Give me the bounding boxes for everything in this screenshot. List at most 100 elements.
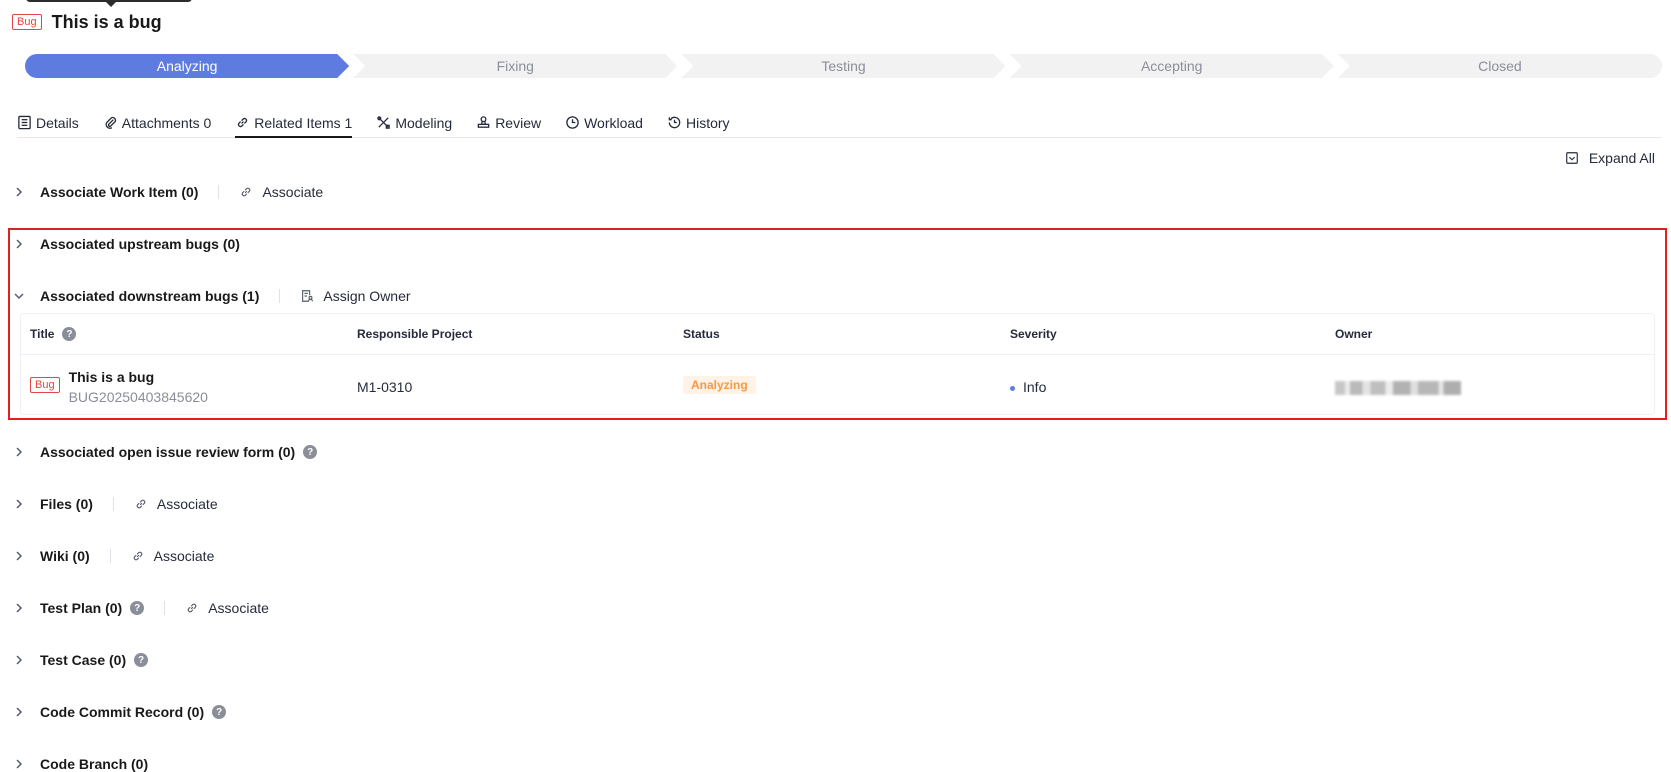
- tab-details[interactable]: Details: [17, 108, 79, 137]
- associate-button[interactable]: Associate: [134, 496, 218, 512]
- section-test-plan: Test Plan (0) ? Associate: [12, 598, 269, 618]
- help-icon[interactable]: ?: [303, 445, 318, 459]
- detail-tabs: Details Attachments 0 Related Items 1 Mo…: [17, 108, 1662, 138]
- row-status: Analyzing: [683, 376, 756, 394]
- help-icon[interactable]: ?: [212, 705, 227, 719]
- bug-title-link[interactable]: This is a bug: [69, 369, 208, 385]
- associate-label: Associate: [262, 184, 324, 200]
- owner-name-blurred: [1335, 381, 1461, 395]
- tab-review[interactable]: Review: [476, 108, 541, 137]
- section-title[interactable]: Associated open issue review form (0): [40, 444, 295, 460]
- link-icon: [133, 551, 142, 561]
- section-files: Files (0) Associate: [12, 494, 218, 514]
- tab-related-items[interactable]: Related Items 1: [235, 108, 353, 138]
- chevron-right-icon[interactable]: [12, 653, 26, 667]
- step-fixing[interactable]: Fixing: [353, 54, 677, 78]
- section-title[interactable]: Code Commit Record (0): [40, 704, 204, 720]
- section-wiki: Wiki (0) Associate: [12, 546, 214, 566]
- section-title[interactable]: Code Branch (0): [40, 756, 148, 772]
- bug-type-tag: Bug: [30, 377, 60, 393]
- chevron-right-icon[interactable]: [12, 445, 26, 459]
- history-icon: [668, 116, 681, 129]
- chevron-down-icon[interactable]: [12, 289, 26, 303]
- section-title[interactable]: Files (0): [40, 496, 93, 512]
- section-title[interactable]: Wiki (0): [40, 548, 90, 564]
- chevron-right-icon[interactable]: [12, 237, 26, 251]
- section-title[interactable]: Associate Work Item (0): [40, 184, 198, 200]
- column-header-owner: Owner: [1335, 327, 1373, 341]
- section-title[interactable]: Test Case (0): [40, 652, 126, 668]
- table-header: Title ? Responsible Project Status Sever…: [21, 314, 1654, 355]
- tab-attachments[interactable]: Attachments 0: [103, 108, 212, 137]
- section-title[interactable]: Test Plan (0): [40, 600, 122, 616]
- step-closed[interactable]: Closed: [1337, 54, 1663, 78]
- section-code-commit: Code Commit Record (0) ?: [12, 702, 227, 722]
- chevron-right-icon[interactable]: [12, 497, 26, 511]
- clock-icon: [566, 116, 579, 129]
- document-list-icon: [18, 115, 31, 130]
- help-icon[interactable]: ?: [130, 601, 145, 615]
- column-label: Title: [30, 327, 55, 341]
- tab-label: Review: [495, 114, 542, 131]
- chevron-right-icon[interactable]: [12, 601, 26, 615]
- tooltip-remnant: [26, 0, 192, 7]
- associate-label: Associate: [153, 548, 215, 564]
- associate-button[interactable]: Associate: [239, 184, 323, 200]
- row-title-cell: Bug This is a bug BUG20250403845620: [30, 369, 208, 405]
- tab-label: Details: [36, 114, 79, 131]
- tab-label: Modeling: [395, 114, 453, 131]
- column-header-project: Responsible Project: [357, 327, 473, 341]
- column-header-title: Title ?: [30, 327, 77, 341]
- table-row[interactable]: Bug This is a bug BUG20250403845620 M1-0…: [21, 355, 1654, 415]
- section-work-item: Associate Work Item (0) Associate: [12, 182, 323, 202]
- tab-label: Attachments 0: [121, 114, 212, 131]
- row-project: M1-0310: [357, 379, 413, 395]
- step-analyzing[interactable]: Analyzing: [25, 54, 349, 78]
- assign-owner-icon: [302, 290, 314, 302]
- assign-owner-button[interactable]: Assign Owner: [300, 288, 411, 304]
- expand-all-label: Expand All: [1588, 150, 1655, 166]
- row-title-block: This is a bug BUG20250403845620: [69, 369, 208, 405]
- chevron-right-icon[interactable]: [12, 549, 26, 563]
- tab-label: History: [685, 114, 730, 131]
- associate-label: Associate: [156, 496, 218, 512]
- help-icon[interactable]: ?: [62, 327, 77, 341]
- expand-icon: [1566, 152, 1578, 164]
- section-title[interactable]: Associated upstream bugs (0): [40, 236, 240, 252]
- bug-id: BUG20250403845620: [68, 389, 208, 405]
- divider: [218, 185, 220, 199]
- section-test-case: Test Case (0) ?: [12, 650, 149, 670]
- downstream-bugs-table: Title ? Responsible Project Status Sever…: [20, 313, 1655, 415]
- link-icon: [242, 187, 251, 197]
- page-title: This is a bug: [51, 11, 162, 32]
- section-downstream-bugs: Associated downstream bugs (1) Assign Ow…: [12, 286, 411, 306]
- stamp-icon: [477, 116, 490, 128]
- chevron-right-icon[interactable]: [12, 185, 26, 199]
- tab-workload[interactable]: Workload: [565, 108, 643, 137]
- tab-history[interactable]: History: [667, 108, 730, 137]
- help-icon[interactable]: ?: [134, 653, 149, 667]
- paperclip-icon: [105, 116, 116, 129]
- column-header-status: Status: [683, 327, 720, 341]
- page-header: Bug This is a bug: [12, 10, 162, 34]
- chevron-right-icon[interactable]: [12, 705, 26, 719]
- section-title[interactable]: Associated downstream bugs (1): [40, 288, 259, 304]
- chevron-right-icon[interactable]: [12, 757, 26, 771]
- row-owner: [1335, 381, 1461, 398]
- associate-button[interactable]: Associate: [185, 600, 269, 616]
- link-icon: [238, 117, 248, 128]
- bug-type-tag: Bug: [12, 14, 42, 30]
- expand-all-button[interactable]: Expand All: [1565, 150, 1655, 166]
- section-code-branch: Code Branch (0): [12, 754, 148, 772]
- severity-dot-icon: [1010, 385, 1015, 391]
- tab-modeling[interactable]: Modeling: [376, 108, 452, 137]
- column-header-severity: Severity: [1010, 327, 1057, 341]
- status-badge: Analyzing: [683, 376, 756, 394]
- associate-button[interactable]: Associate: [131, 548, 215, 564]
- step-accepting[interactable]: Accepting: [1010, 54, 1334, 78]
- tab-label: Related Items 1: [254, 114, 353, 131]
- row-severity: Info: [1010, 379, 1046, 395]
- severity-label: Info: [1023, 379, 1047, 395]
- divider: [112, 497, 114, 511]
- step-testing[interactable]: Testing: [681, 54, 1005, 78]
